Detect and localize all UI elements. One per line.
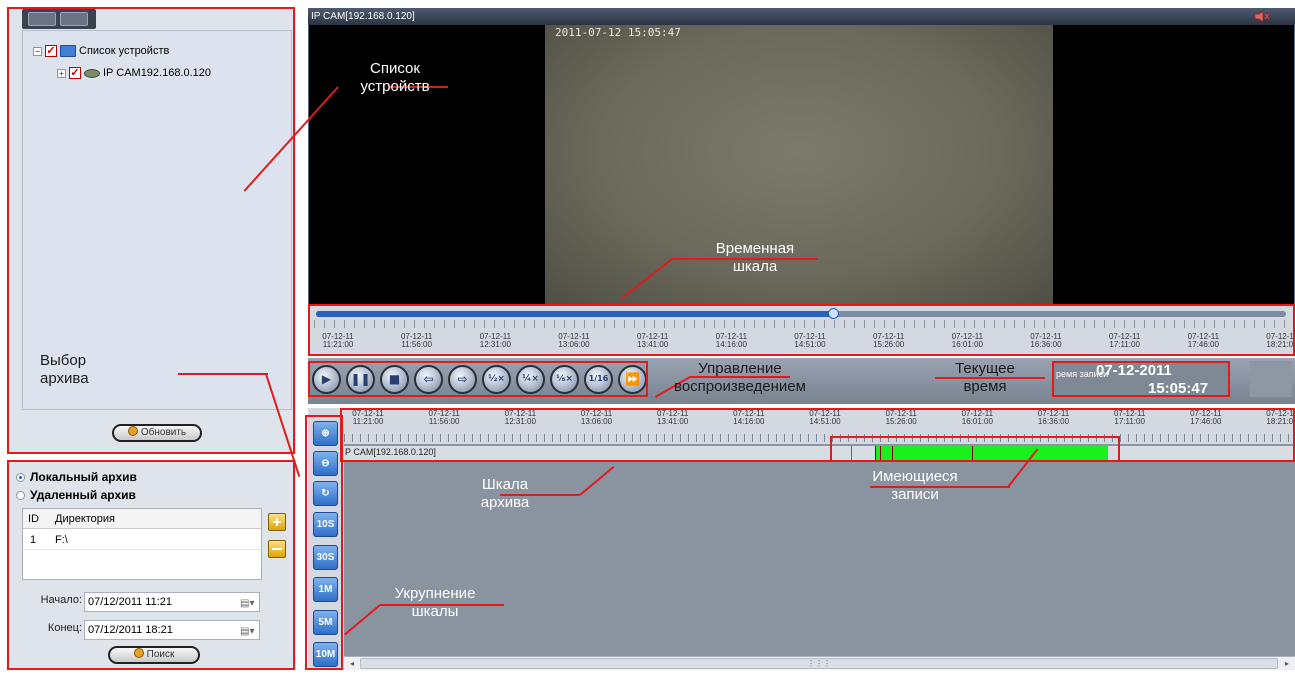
annotation-archive-select: Выбор архива [40, 352, 89, 387]
speaker-icon[interactable] [1254, 10, 1270, 23]
annotation-zoom: Укрупнение шкалы [394, 585, 476, 620]
controls-right-panel [1250, 361, 1292, 397]
annotation-archive-scale: Шкала архива [480, 476, 530, 511]
annotation-box-timeline [308, 304, 1295, 356]
annotation-timeline: Временная шкала [715, 240, 795, 275]
scroll-thumb[interactable]: ⋮⋮⋮ [360, 658, 1278, 669]
annotation-line [178, 373, 268, 375]
annotation-box-controls [308, 361, 648, 397]
annotation-records: Имеющиеся записи [872, 468, 958, 503]
video-title: IP CAM[192.168.0.120] [308, 8, 1295, 25]
annotation-box-current-time [1052, 361, 1230, 397]
video-timestamp: 2011-07-12 15:05:47 [555, 26, 681, 39]
annotation-playback: Управление воспроизведением [674, 360, 806, 395]
scroll-right-icon[interactable]: ▸ [1280, 657, 1294, 670]
annotation-box-zoom [305, 415, 343, 670]
scroll-left-icon[interactable]: ◂ [345, 657, 359, 670]
annotation-device-list: Список устройств [360, 60, 430, 95]
annotation-box-archive-scale [340, 408, 1295, 462]
annotation-box-archive-panel [7, 460, 295, 670]
horizontal-scrollbar[interactable]: ◂ ⋮⋮⋮ ▸ [344, 656, 1295, 670]
annotation-box-records [830, 436, 1120, 462]
annotation-current-time: Текущее время [955, 360, 1015, 395]
